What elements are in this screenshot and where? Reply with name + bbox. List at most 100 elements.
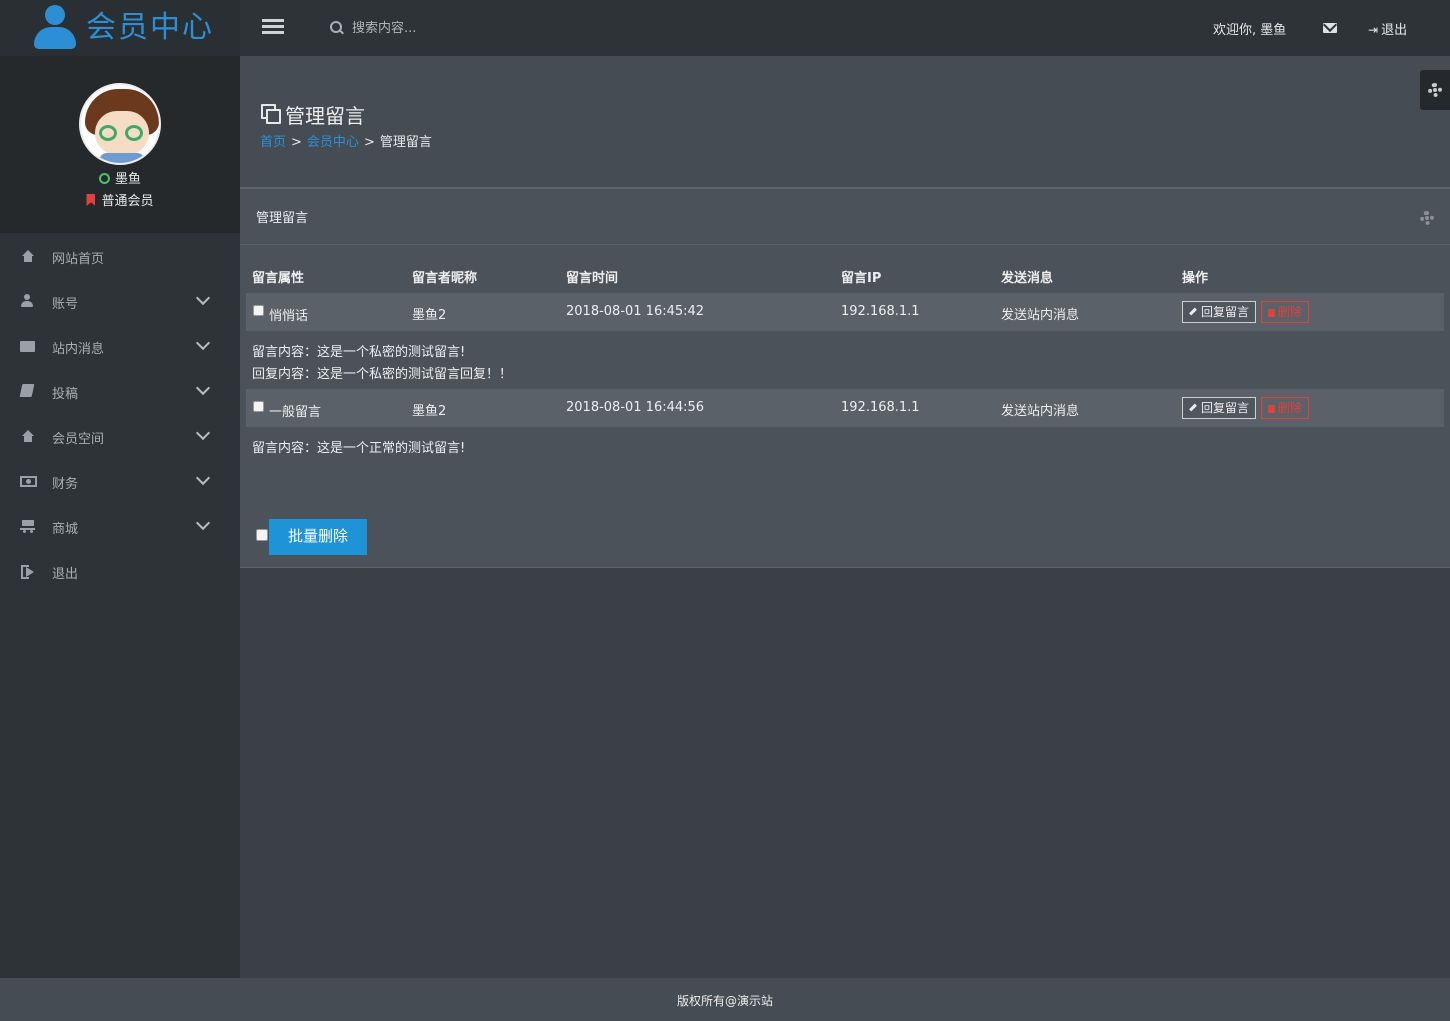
message-ip: 192.168.1.1: [841, 304, 920, 319]
sidebar-item-label: 投稿: [52, 387, 79, 402]
reply-button[interactable]: 回复留言: [1182, 301, 1257, 323]
chevron-down-icon: [195, 425, 211, 441]
envelope-icon: [20, 341, 35, 352]
reply-label: 回复留言: [1201, 305, 1250, 319]
sidebar-item-account[interactable]: 账号: [0, 279, 240, 324]
footer: 版权所有@演示站: [0, 978, 1450, 1021]
sidebar-item-shop[interactable]: 商城: [0, 504, 240, 549]
row-checkbox[interactable]: [253, 305, 264, 316]
sidebar-item-label: 商城: [52, 522, 79, 537]
member-level-label: 普通会员: [101, 194, 154, 209]
breadcrumb: 首页 > 会员中心 > 管理留言: [260, 131, 432, 150]
app-title: 会员中心: [86, 10, 214, 45]
breadcrumb-member-link[interactable]: 会员中心: [307, 135, 359, 150]
brand[interactable]: 会员中心: [0, 0, 240, 56]
message-ip: 192.168.1.1: [841, 400, 920, 415]
message-type: 一般留言: [269, 405, 322, 420]
trash-icon: [1268, 309, 1275, 317]
breadcrumb-separator: >: [291, 135, 302, 150]
send-message-link[interactable]: 发送站内消息: [1001, 304, 1079, 323]
sidebar-item-label: 退出: [52, 567, 79, 582]
gear-icon[interactable]: [1420, 211, 1434, 225]
page-title: 管理留言: [285, 104, 365, 128]
sidebar: 墨鱼 普通会员 网站首页 账号 站内消息 投稿 会员空间 财务 商城 退出: [0, 56, 240, 978]
copyright-text: 版权所有@演示站: [676, 994, 773, 1008]
sidebar-item-label: 会员空间: [52, 432, 105, 447]
reply-button[interactable]: 回复留言: [1182, 397, 1257, 419]
sidebar-item-home[interactable]: 网站首页: [0, 234, 240, 279]
gear-icon: [1428, 83, 1442, 97]
avatar[interactable]: [79, 83, 161, 165]
sign-out-icon: ⇥: [1368, 23, 1379, 37]
message-content: 留言内容：这是一个正常的测试留言!: [252, 441, 466, 456]
delete-button[interactable]: 删除: [1261, 397, 1310, 419]
username-label: 墨鱼: [114, 172, 141, 187]
chevron-down-icon: [195, 515, 211, 531]
column-header-type: 留言属性: [252, 271, 305, 286]
trash-icon: [1268, 405, 1275, 413]
bookmark-icon: [86, 194, 96, 206]
table-row: 一般留言 墨鱼2 2018-08-01 16:44:56 192.168.1.1…: [246, 389, 1444, 427]
sign-out-icon: [21, 565, 35, 579]
search-input[interactable]: [352, 16, 552, 40]
sidebar-item-label: 网站首页: [52, 252, 105, 267]
send-message-link[interactable]: 发送站内消息: [1001, 400, 1079, 419]
sidebar-item-member-space[interactable]: 会员空间: [0, 414, 240, 459]
sidebar-item-label: 站内消息: [52, 342, 105, 357]
message-time: 2018-08-01 16:45:42: [566, 304, 705, 319]
breadcrumb-current: 管理留言: [379, 135, 432, 150]
table-row: 悄悄话 墨鱼2 2018-08-01 16:45:42 192.168.1.1 …: [246, 293, 1444, 331]
select-all-checkbox[interactable]: [256, 529, 268, 541]
member-level: 普通会员: [0, 190, 240, 209]
top-navbar: 会员中心 欢迎你, 墨鱼 ⇥退出: [0, 0, 1450, 56]
row-checkbox[interactable]: [253, 401, 264, 412]
message-nickname: 墨鱼2: [412, 308, 447, 323]
batch-delete-button[interactable]: 批量删除: [269, 519, 367, 555]
clone-icon: [261, 104, 281, 124]
page-header: 管理留言 首页 > 会员中心 > 管理留言: [240, 56, 1450, 187]
menu-toggle-icon[interactable]: [262, 19, 284, 37]
messages-panel: 管理留言 留言属性 留言者昵称 留言时间 留言IP 发送消息 操作 悄悄话 墨鱼…: [240, 187, 1450, 568]
envelope-icon[interactable]: [1323, 23, 1337, 33]
sidebar-item-contribute[interactable]: 投稿: [0, 369, 240, 414]
search-icon: [330, 21, 344, 35]
theme-settings-button[interactable]: [1420, 70, 1450, 110]
sidebar-item-label: 财务: [52, 477, 79, 492]
pencil-icon: [1189, 403, 1197, 412]
column-header-actions: 操作: [1182, 271, 1209, 286]
column-header-ip: 留言IP: [841, 271, 882, 286]
home-icon: [21, 250, 35, 262]
online-status-icon: [98, 173, 110, 184]
home-icon: [21, 430, 35, 442]
sidebar-item-finance[interactable]: 财务: [0, 459, 240, 504]
chevron-down-icon: [195, 290, 211, 306]
main-content: 管理留言 首页 > 会员中心 > 管理留言 管理留言 留言属性 留言者昵称 留言时间 留…: [240, 56, 1450, 978]
pencil-icon: [1189, 307, 1197, 316]
chevron-down-icon: [195, 335, 211, 351]
delete-label: 删除: [1278, 305, 1303, 319]
user-profile: 墨鱼 普通会员: [0, 56, 240, 233]
breadcrumb-separator: >: [363, 135, 375, 150]
logout-button[interactable]: ⇥ 退出: [1368, 19, 1407, 38]
delete-label: 删除: [1278, 401, 1303, 415]
breadcrumb-home-link[interactable]: 首页: [260, 135, 286, 150]
reply-content: 回复内容：这是一个私密的测试留言回复！！: [252, 367, 513, 382]
column-header-nickname: 留言者昵称: [412, 271, 478, 286]
user-logo-icon: [34, 5, 76, 51]
column-header-time: 留言时间: [566, 271, 619, 286]
sidebar-item-messages[interactable]: 站内消息: [0, 324, 240, 369]
money-icon: [20, 476, 37, 487]
cart-icon: [20, 520, 35, 533]
message-time: 2018-08-01 16:44:56: [566, 400, 705, 415]
sidebar-item-logout[interactable]: 退出: [0, 549, 240, 594]
user-icon: [21, 294, 33, 307]
logout-label: 退出: [1381, 23, 1408, 38]
book-icon: [19, 384, 35, 397]
column-header-send: 发送消息: [1001, 271, 1054, 286]
panel-header: 管理留言: [240, 189, 1450, 245]
delete-button[interactable]: 删除: [1261, 301, 1310, 323]
chevron-down-icon: [195, 380, 211, 396]
panel-title: 管理留言: [256, 211, 309, 226]
reply-label: 回复留言: [1201, 401, 1250, 415]
message-content: 留言内容：这是一个私密的测试留言!: [252, 345, 466, 360]
